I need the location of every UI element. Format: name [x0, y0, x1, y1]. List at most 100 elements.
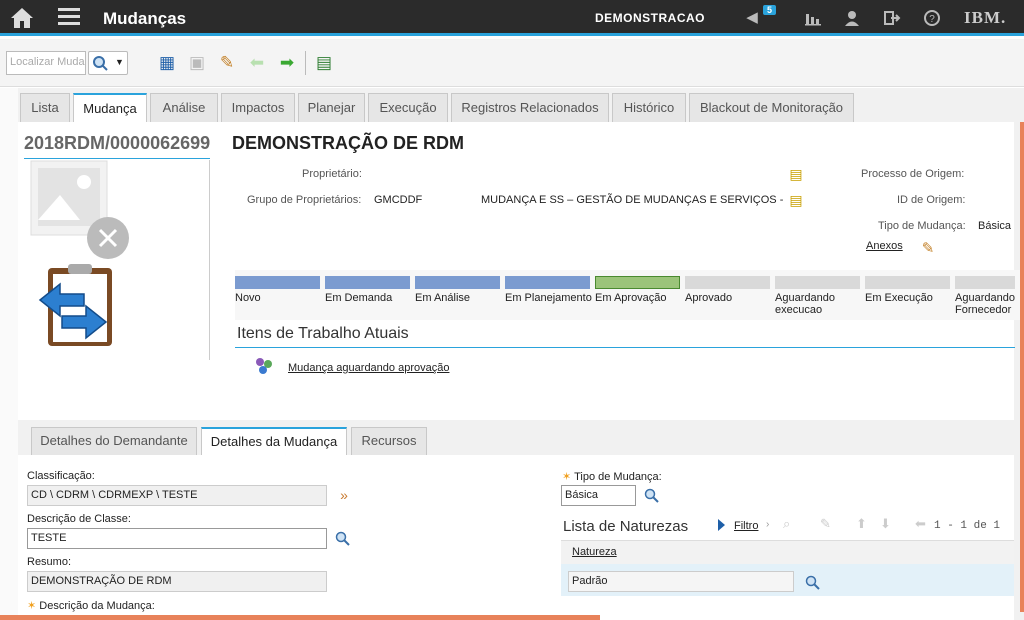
- status-label-em-planejamento: Em Planejamento: [505, 292, 592, 304]
- tab-analise[interactable]: Análise: [150, 93, 218, 122]
- work-item-link[interactable]: Mudança aguardando aprovação: [288, 362, 449, 374]
- tab-lista[interactable]: Lista: [20, 93, 70, 122]
- filter-link[interactable]: Filtro: [734, 520, 758, 532]
- nature-column-header[interactable]: Natureza: [572, 546, 617, 558]
- double-chevron-right-icon[interactable]: »: [333, 484, 355, 506]
- status-label-em-aprovacao: Em Aprovação: [595, 292, 667, 304]
- tab-planejar[interactable]: Planejar: [298, 93, 365, 122]
- status-label-aprovado: Aprovado: [685, 292, 733, 304]
- required-icon: ✶: [27, 600, 40, 612]
- required-icon: ✶: [562, 471, 575, 483]
- image-placeholder-icon[interactable]: [30, 160, 132, 260]
- summary-label: Resumo:: [27, 556, 72, 568]
- menu-icon[interactable]: [58, 8, 80, 26]
- change-status-icon[interactable]: ▤: [313, 52, 335, 74]
- status-bar-aguardando-execucao: [775, 276, 860, 289]
- classification-field[interactable]: CD \ CDRM \ CDRMEXP \ TESTE: [27, 485, 327, 506]
- tab-impactos[interactable]: Impactos: [221, 93, 295, 122]
- status-label-em-analise: Em Análise: [415, 292, 471, 304]
- status-bar-em-aprovacao: [595, 276, 680, 289]
- attachments-link[interactable]: Anexos: [866, 240, 903, 252]
- owner-group-description: MUDANÇA E SS – GESTÃO DE MUDANÇAS E SERV…: [481, 194, 784, 206]
- status-bar-em-planejamento: [505, 276, 590, 289]
- help-icon[interactable]: ?: [923, 10, 941, 26]
- tab-registros-relacionados[interactable]: Registros Relacionados: [451, 93, 609, 122]
- next-record-icon[interactable]: ➡: [276, 52, 298, 74]
- tab-execucao[interactable]: Execução: [368, 93, 448, 122]
- user-icon[interactable]: [843, 10, 861, 26]
- status-label-em-demanda: Em Demanda: [325, 292, 393, 304]
- search-icon[interactable]: ⌕: [783, 516, 790, 532]
- subtab-detalhes-demandante[interactable]: Detalhes do Demandante: [31, 427, 197, 455]
- filter-arrow-icon[interactable]: [718, 519, 725, 531]
- search-icon[interactable]: [805, 575, 821, 591]
- arrow-up-icon[interactable]: ⬆: [856, 516, 867, 532]
- org-name: DEMONSTRACAO: [595, 11, 705, 25]
- change-type-value: Básica: [978, 220, 1012, 232]
- right-edge-accent: [1020, 122, 1024, 612]
- select-owner-icon[interactable]: ▤: [785, 163, 807, 185]
- tab-blackout[interactable]: Blackout de Monitoração: [689, 93, 854, 122]
- megaphone-icon[interactable]: ◀: [743, 10, 761, 26]
- owner-group-label: Grupo de Proprietários:: [247, 194, 362, 206]
- save-icon[interactable]: ▣: [186, 52, 208, 74]
- notification-badge: 5: [763, 5, 777, 15]
- toolbar: Localizar Muda ▼ ▦ ▣ ✎ ⬅ ➡ ▤: [0, 39, 1024, 87]
- record-id: 2018RDM/0000062699: [24, 133, 211, 153]
- work-items-title: Itens de Trabalho Atuais: [237, 325, 409, 342]
- type-label: ✶ Tipo de Mudança:: [562, 471, 662, 483]
- class-description-label: Descrição de Classe:: [27, 513, 131, 525]
- svg-text:?: ?: [929, 14, 935, 25]
- origin-process-label: Processo de Origem:: [861, 168, 965, 180]
- toolbar-divider: [305, 51, 306, 75]
- new-record-icon[interactable]: ▦: [156, 52, 178, 74]
- classification-label: Classificação:: [27, 470, 95, 482]
- left-column-divider: [209, 160, 210, 360]
- search-input[interactable]: Localizar Muda: [6, 51, 86, 75]
- status-bar-aguardando-fornecedor: [955, 276, 1015, 289]
- status-label-aguardando-fornecedor: Aguardando Fornecedor: [955, 292, 1015, 316]
- status-bar-em-analise: [415, 276, 500, 289]
- status-label-novo: Novo: [235, 292, 261, 304]
- owner-label: Proprietário:: [302, 168, 362, 180]
- select-owner-group-icon[interactable]: ▤: [785, 189, 807, 211]
- tab-historico[interactable]: Histórico: [612, 93, 686, 122]
- chevron-right-icon[interactable]: ›: [766, 519, 769, 530]
- record-id-underline: [24, 158, 210, 159]
- search-button[interactable]: ▼: [88, 51, 128, 75]
- origin-id-label: ID de Origem:: [897, 194, 966, 206]
- type-field[interactable]: Básica: [561, 485, 636, 506]
- search-icon[interactable]: [335, 531, 351, 547]
- subtab-detalhes-mudanca[interactable]: Detalhes da Mudança: [201, 427, 347, 456]
- search-icon[interactable]: [644, 488, 660, 504]
- status-label-em-execucao: Em Execução: [865, 292, 933, 304]
- status-bar-em-demanda: [325, 276, 410, 289]
- tab-mudanca[interactable]: Mudança: [73, 93, 147, 123]
- clear-changes-icon[interactable]: ✎: [216, 52, 238, 74]
- subtab-recursos[interactable]: Recursos: [351, 427, 427, 455]
- status-bar-aprovado: [685, 276, 770, 289]
- previous-record-icon[interactable]: ⬅: [246, 52, 268, 74]
- class-description-field[interactable]: TESTE: [27, 528, 327, 549]
- brand-logo: IBM.: [964, 8, 1007, 27]
- status-bar-novo: [235, 276, 320, 289]
- chart-icon[interactable]: [804, 10, 822, 26]
- nature-list-title: Lista de Naturezas: [563, 518, 689, 535]
- nature-table-header: [561, 540, 1014, 564]
- home-icon[interactable]: [10, 7, 34, 29]
- clear-icon[interactable]: ✎: [820, 516, 831, 532]
- pagination-text: 1 - 1 de 1: [934, 520, 1001, 532]
- nature-field[interactable]: Padrão: [568, 571, 794, 592]
- left-gutter: [0, 88, 18, 620]
- summary-field[interactable]: DEMONSTRAÇÃO DE RDM: [27, 571, 327, 592]
- attachments-icon[interactable]: ✎: [917, 238, 939, 260]
- change-type-label: Tipo de Mudança:: [878, 220, 966, 232]
- search-icon: [93, 56, 108, 71]
- arrow-down-icon[interactable]: ⬇: [880, 516, 891, 532]
- logout-icon[interactable]: [883, 10, 901, 26]
- work-items-divider: [235, 347, 1015, 348]
- record-description: DEMONSTRAÇÃO DE RDM: [232, 133, 464, 153]
- top-bar: Mudanças DEMONSTRACAO ◀ 5 ? IBM.: [0, 0, 1024, 36]
- previous-page-icon[interactable]: ⬅: [915, 516, 926, 532]
- bottom-scrollbar[interactable]: [0, 615, 600, 620]
